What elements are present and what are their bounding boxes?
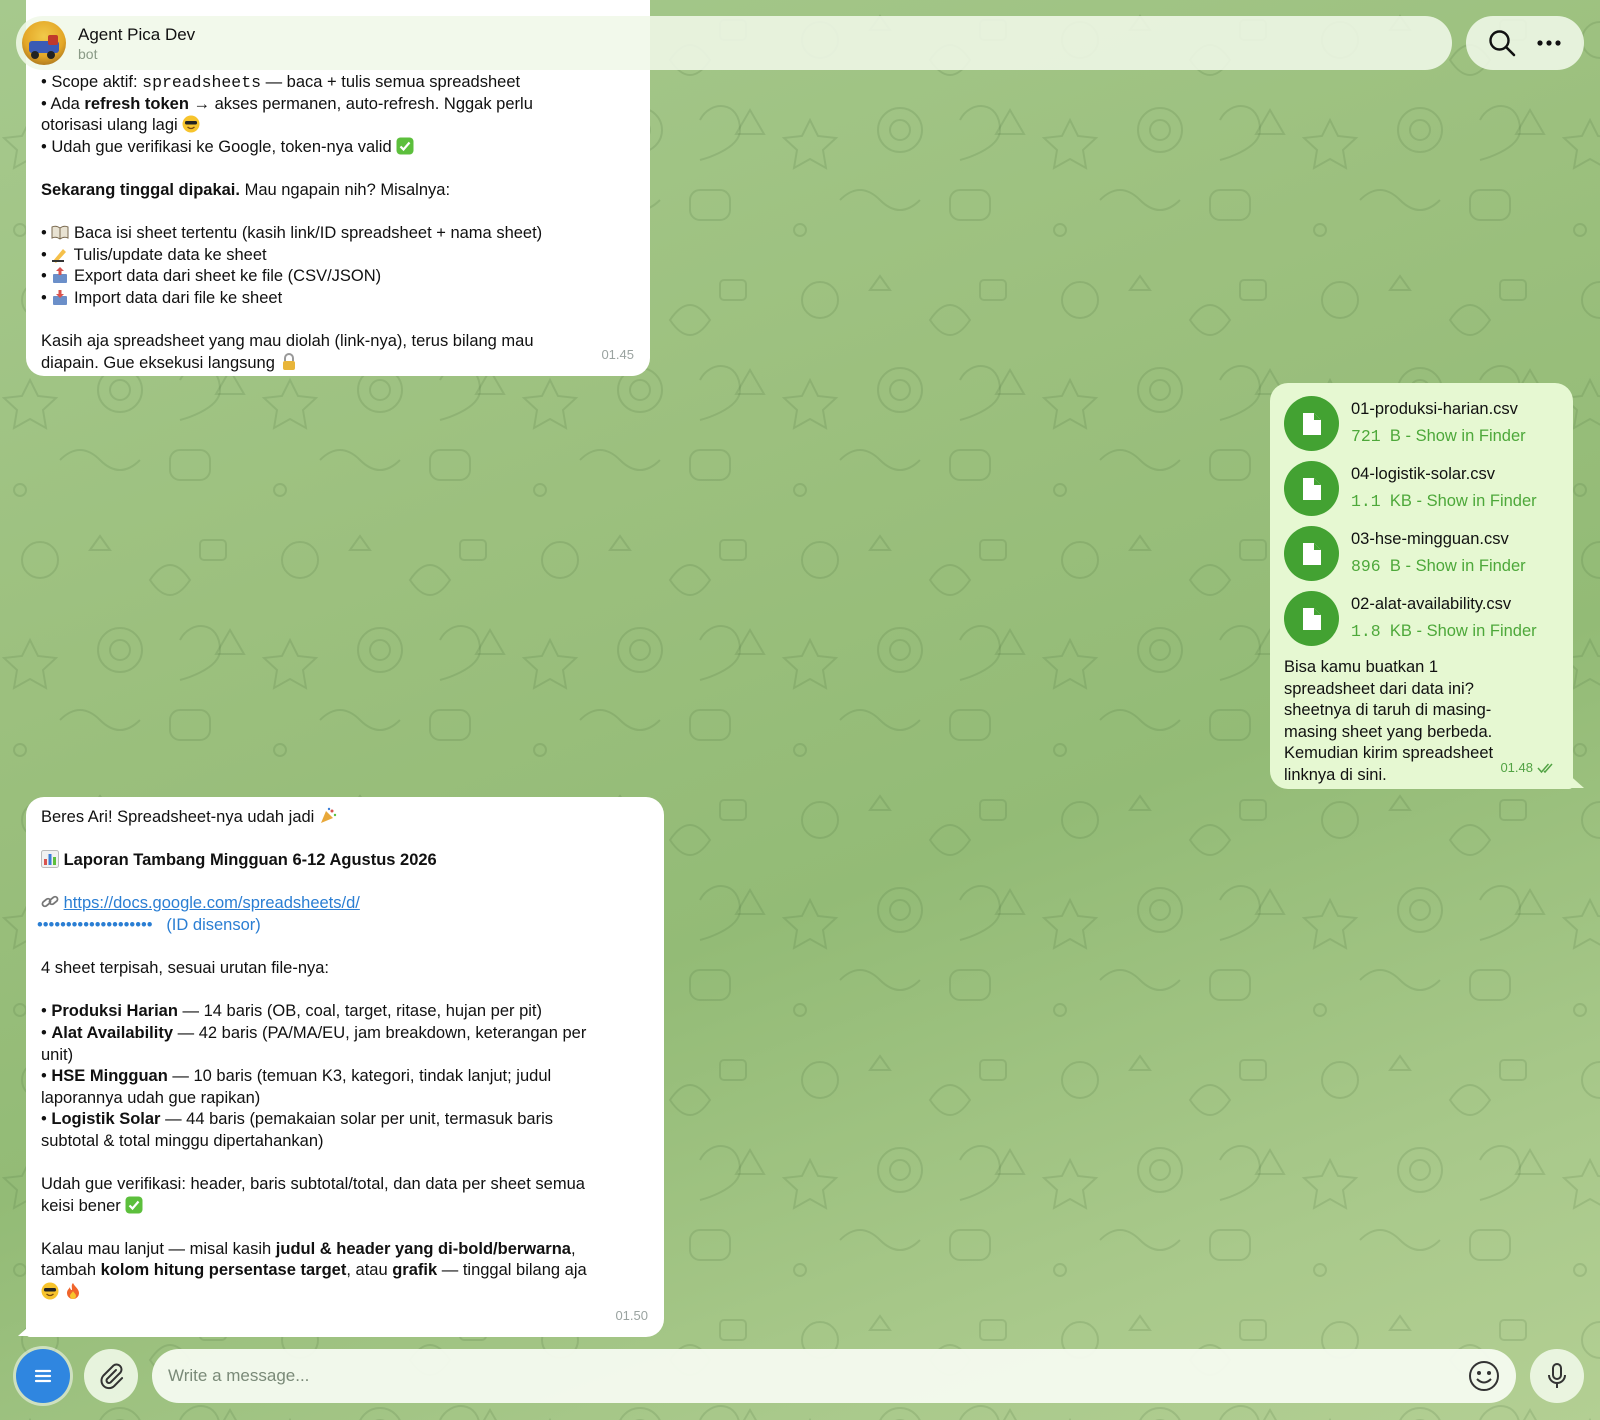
message-line: diapain. Gue eksekusi langsung [41,352,635,375]
search-icon[interactable] [1484,25,1520,61]
bubble-tail [1566,772,1584,788]
message-line [41,1282,649,1304]
outbox-emoji-icon [51,266,69,284]
link-note[interactable]: (ID disensor) [166,916,260,934]
message-line: Kasih aja spreadsheet yang mau diolah (l… [41,332,534,351]
message-line: 4 sheet terpisah, sesuai urutan file-nya… [41,959,330,978]
file-name: 04-logistik-solar.csv [1351,465,1495,484]
file-name: 01-produksi-harian.csv [1351,400,1518,419]
file-meta: 1.1 KB - Show in Finder [1351,492,1537,511]
show-in-finder-link[interactable]: Show in Finder [1427,492,1537,510]
message-input[interactable] [168,1366,1462,1386]
message-line: •••••••••••••••••••• (ID disensor) [37,915,649,937]
fire-emoji-icon [64,1282,82,1300]
cool-emoji-icon [182,115,200,133]
book-emoji-icon [51,223,69,241]
sheet-item-cont: unit) [41,1045,74,1064]
file-attachment[interactable]: 01-produksi-harian.csv 721 B - Show in F… [1284,391,1559,456]
inbox-emoji-icon [51,288,69,306]
lock-emoji-icon [280,352,298,371]
avatar[interactable] [22,21,66,65]
menu-button[interactable] [16,1349,70,1403]
file-meta: 1.8 KB - Show in Finder [1351,622,1537,641]
more-icon[interactable] [1531,25,1567,61]
file-icon[interactable] [1284,591,1339,646]
message-line: Udah gue verifikasi: header, baris subto… [41,1175,585,1194]
microphone-icon [1548,1363,1566,1388]
file-attachment[interactable]: 03-hse-mingguan.csv 896 B - Show in Find… [1284,521,1559,586]
message-line: • Scope aktif: spreadsheets — baca + tul… [41,73,521,92]
message-line: • Udah gue verifikasi ke Google, token-n… [41,137,635,159]
paperclip-icon [100,1363,124,1390]
message-line: • Tulis/update data ke sheet [41,245,267,264]
chat-header[interactable]: Agent Pica Dev bot [16,16,1452,70]
incoming-message-bubble: Beres Ari! Spreadsheet-nya udah jadi Lap… [26,797,664,1337]
file-name: 03-hse-mingguan.csv [1351,530,1509,549]
report-title: Laporan Tambang Mingguan 6-12 Agustus 20… [41,850,649,872]
outgoing-message-bubble: 01-produksi-harian.csv 721 B - Show in F… [1270,383,1573,789]
message-line: tambah kolom hitung persentase target, a… [41,1261,587,1280]
file-attachment[interactable]: 02-alat-availability.csv 1.8 KB - Show i… [1284,586,1559,651]
show-in-finder-link[interactable]: Show in Finder [1427,622,1537,640]
message-line: Sekarang tinggal dipakai. Mau ngapain ni… [41,180,451,199]
header-actions [1466,16,1584,70]
link-emoji-icon [41,893,59,911]
emoji-icon [1469,1361,1499,1391]
cool-emoji-icon [41,1282,59,1300]
message-composer[interactable] [152,1349,1516,1403]
message-timestamp: 01.45 [601,347,634,363]
bar-chart-emoji-icon [41,850,59,869]
check-emoji-icon [396,137,414,155]
file-icon[interactable] [1284,526,1339,581]
masked-link-id[interactable]: •••••••••••••••••••• [37,916,153,934]
writing-hand-emoji-icon [51,245,69,263]
message-line: otorisasi ulang lagi [41,115,635,137]
chat-title[interactable]: Agent Pica Dev [78,25,195,45]
show-in-finder-link[interactable]: Show in Finder [1416,427,1526,445]
file-attachment[interactable]: 04-logistik-solar.csv 1.1 KB - Show in F… [1284,456,1559,521]
sheet-item: • HSE Mingguan — 10 baris (temuan K3, ka… [41,1067,552,1086]
microphone-button[interactable] [1530,1349,1584,1403]
message-line: • Export data dari sheet ke file (CSV/JS… [41,266,382,286]
sheet-item-cont: laporannya udah gue rapikan) [41,1088,261,1107]
chat-status: bot [78,45,98,62]
file-meta: 896 B - Show in Finder [1351,557,1526,576]
message-line: Kalau mau lanjut — misal kasih judul & h… [41,1239,576,1258]
file-icon[interactable] [1284,396,1339,451]
sheet-item: • Logistik Solar — 44 baris (pemakaian s… [41,1110,553,1129]
message-line: https://docs.google.com/spreadsheets/d/ [41,893,649,915]
message-line: keisi bener [41,1196,649,1218]
message-line: • Baca isi sheet tertentu (kasih link/ID… [41,223,543,243]
menu-icon [34,1369,52,1383]
show-in-finder-link[interactable]: Show in Finder [1416,557,1526,575]
file-name: 02-alat-availability.csv [1351,595,1512,614]
spreadsheet-link[interactable]: https://docs.google.com/spreadsheets/d/ [64,894,360,912]
message-timestamp: 01.48 [1500,757,1557,779]
check-emoji-icon [125,1196,143,1214]
message-line: • Import data dari file ke sheet [41,288,283,307]
sheet-item: • Alat Availability — 42 baris (PA/MA/EU… [41,1023,587,1042]
file-meta: 721 B - Show in Finder [1351,427,1526,446]
sheet-item-cont: subtotal & total minggu dipertahankan) [41,1131,324,1150]
file-icon[interactable] [1284,461,1339,516]
sheet-item: • Produksi Harian — 14 baris (OB, coal, … [41,1002,543,1021]
message-timestamp: 01.50 [615,1308,648,1324]
attach-button[interactable] [84,1349,138,1403]
emoji-button[interactable] [1462,1354,1506,1398]
message-line: • Ada refresh token → akses permanen, au… [41,94,533,113]
message-line: Beres Ari! Spreadsheet-nya udah jadi [41,807,649,829]
double-check-icon [1537,763,1553,774]
party-popper-emoji-icon [319,807,337,825]
